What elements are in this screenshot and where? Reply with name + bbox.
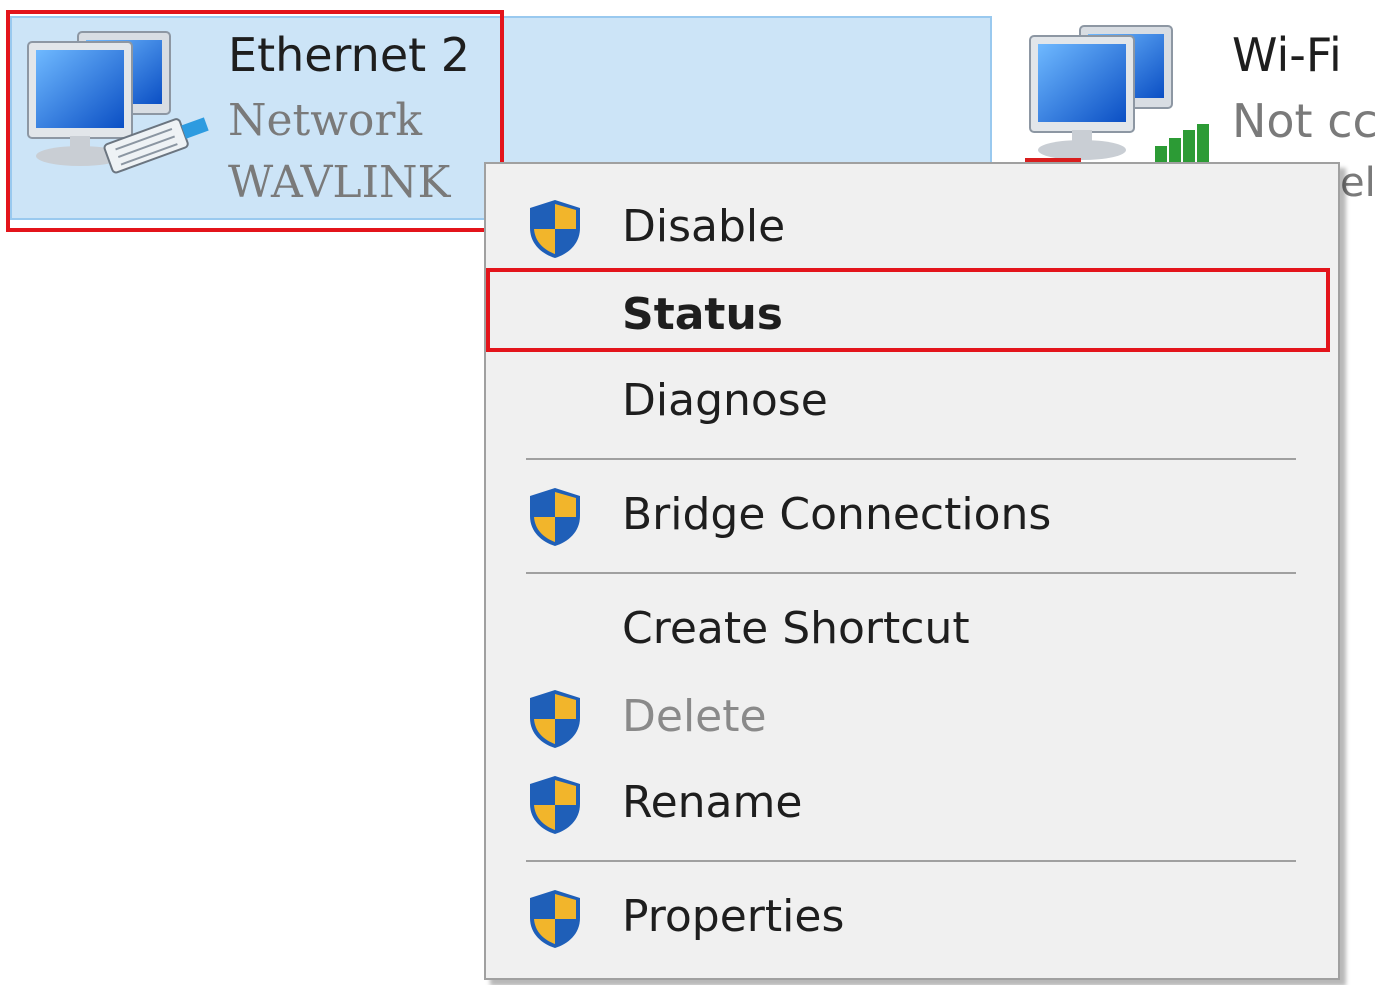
menu-item-diagnose[interactable]: Diagnose <box>486 358 1338 444</box>
wifi-labels: Wi-Fi Not cc <box>1232 22 1383 154</box>
uac-shield-icon <box>530 200 580 258</box>
menu-item-create-shortcut[interactable]: Create Shortcut <box>486 586 1338 672</box>
ethernet-highlight-box <box>6 10 504 232</box>
menu-item-rename[interactable]: Rename <box>486 760 1338 846</box>
uac-shield-icon <box>530 890 580 948</box>
wifi-name: Wi-Fi <box>1232 28 1342 82</box>
signal-bars-icon <box>1155 124 1209 164</box>
status-highlight-box <box>486 268 1330 352</box>
menu-item-delete[interactable]: Delete <box>486 674 1338 760</box>
uac-shield-icon <box>530 776 580 834</box>
menu-item-disable[interactable]: Disable <box>486 184 1338 270</box>
menu-item-bridge-connections[interactable]: Bridge Connections <box>486 472 1338 558</box>
wifi-status: Not cc <box>1232 94 1378 148</box>
menu-item-label: Properties <box>622 891 845 942</box>
menu-separator <box>526 572 1296 574</box>
menu-item-label: Delete <box>622 691 767 742</box>
menu-item-label: Disable <box>622 201 786 252</box>
uac-shield-icon <box>530 690 580 748</box>
menu-separator <box>526 458 1296 460</box>
menu-item-label: Diagnose <box>622 375 828 426</box>
menu-item-properties[interactable]: Properties <box>486 874 1338 960</box>
wifi-extra-text: el <box>1340 160 1376 206</box>
menu-item-label: Bridge Connections <box>622 489 1052 540</box>
menu-separator <box>526 860 1296 862</box>
uac-shield-icon <box>530 488 580 546</box>
menu-item-label: Create Shortcut <box>622 603 970 654</box>
menu-item-label: Rename <box>622 777 803 828</box>
